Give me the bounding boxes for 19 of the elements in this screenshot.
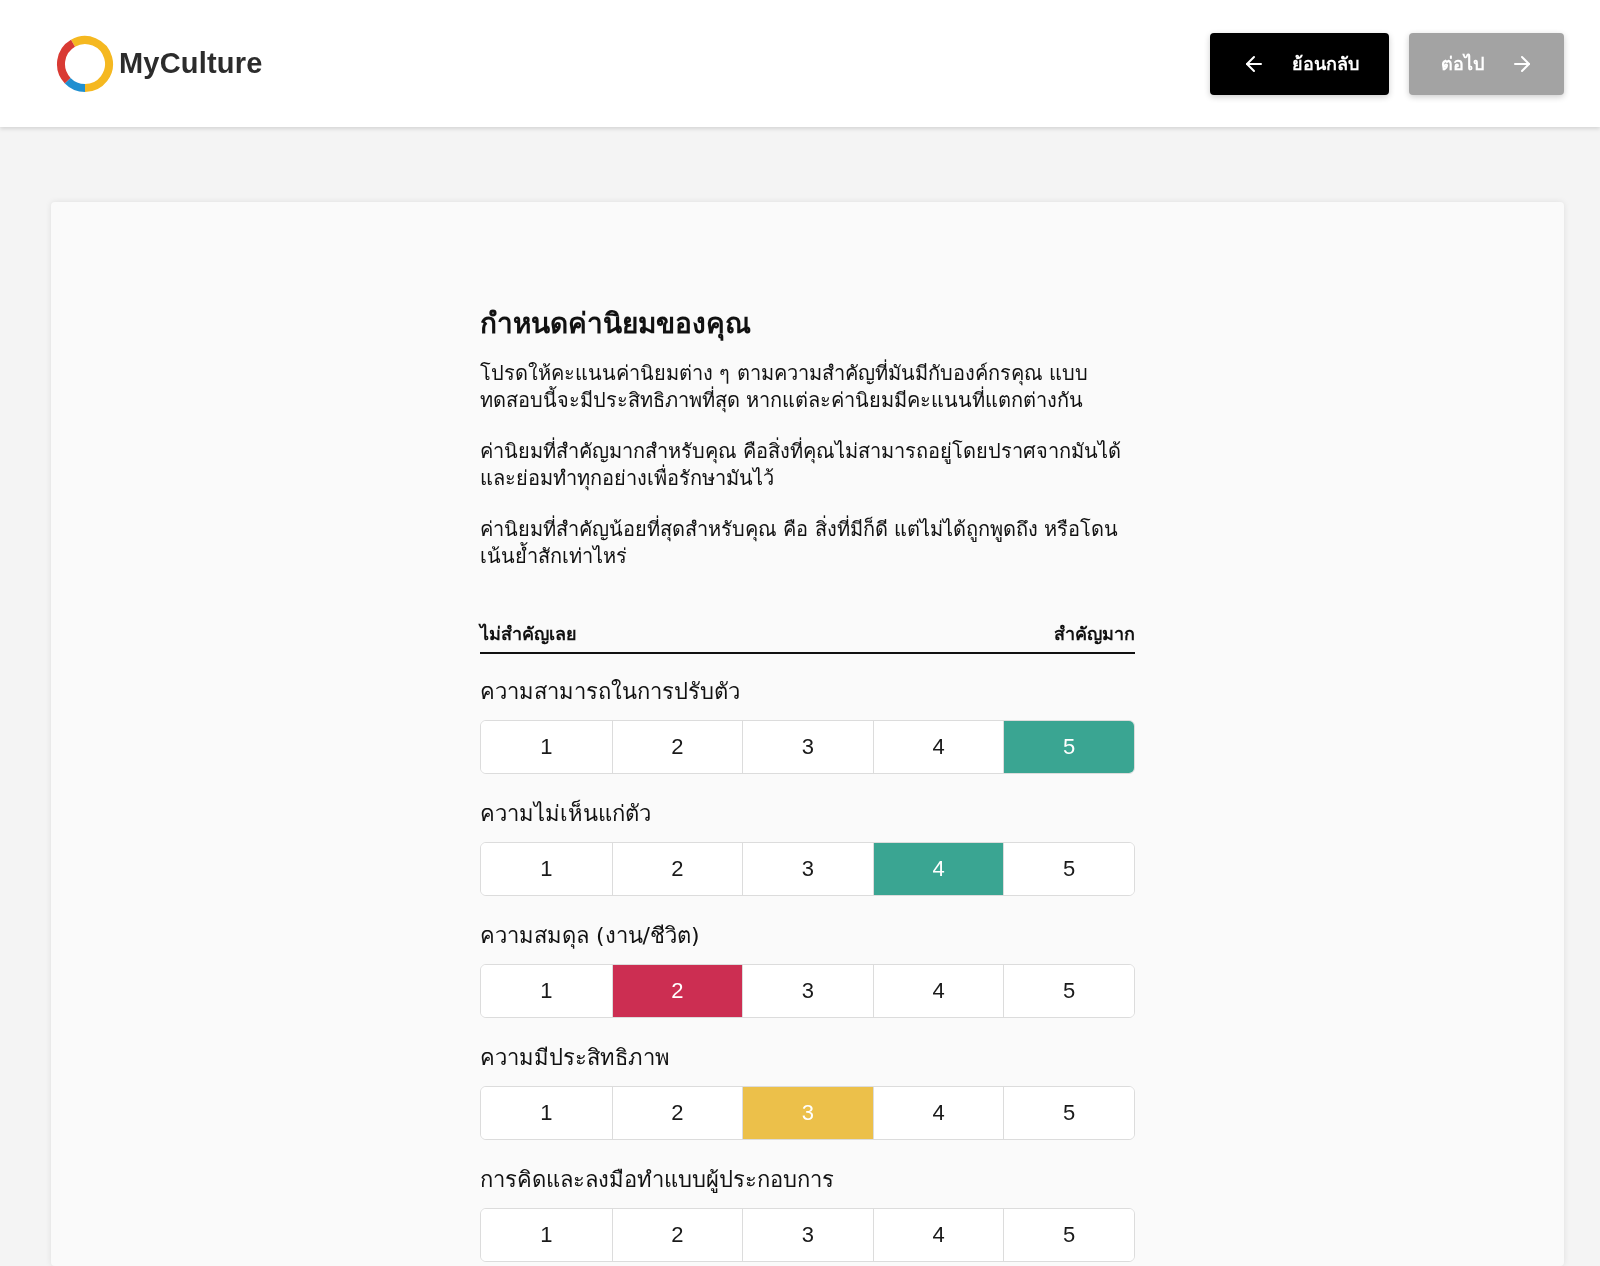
back-button[interactable]: ย้อนกลับ [1210, 32, 1389, 95]
instruction-paragraph: ค่านิยมที่สำคัญน้อยที่สุดสำหรับคุณ คือ สิ่งที่มีก็ดี แต่ไม่ได้ถูกพูดถึง หรือโดนเน้นย้ำสักเท่าไหร่ [480, 516, 1120, 570]
scale-low-label: ไม่สำคัญเลย [480, 622, 577, 646]
value-label: ความสามารถในการปรับตัว [480, 678, 741, 706]
rating-option[interactable]: 5 [1003, 1087, 1134, 1139]
rating-option[interactable]: 5 [1003, 1209, 1134, 1261]
rating-option[interactable]: 2 [611, 965, 743, 1017]
rating-option[interactable]: 5 [1003, 965, 1134, 1017]
scale-high-label: สำคัญมาก [1054, 622, 1135, 646]
ring-logo-icon [56, 34, 114, 93]
instruction-paragraph: ค่านิยมที่สำคัญมากสำหรับคุณ คือสิ่งที่คุณไม่สามารถอยู่โดยปราศจากมันได้ และย่อมทำทุกอย่างเพื่อรักษามันไว้ [480, 438, 1123, 492]
value-label: ความมีประสิทธิภาพ [480, 1044, 671, 1072]
rating-option[interactable]: 5 [1003, 843, 1134, 895]
instruction-paragraph: โปรดให้คะแนนค่านิยมต่าง ๆ ตามความสำคัญที่มันมีกับองค์กรคุณ แบบทดสอบนี้จะมีประสิทธิภาพที่สุด หากแต่ละค่านิยมมีคะแนนที่แตกต่างกัน [480, 360, 1090, 414]
value-label: ความสมดุล (งาน/ชีวิต) [480, 922, 701, 950]
value-label: การคิดและลงมือทำแบบผู้ประกอบการ [480, 1166, 835, 1194]
logo-text: MyCulture [119, 47, 263, 80]
page-title: กำหนดค่านิยมของคุณ [480, 306, 752, 342]
value-label: ความไม่เห็นแก่ตัว [480, 800, 652, 828]
